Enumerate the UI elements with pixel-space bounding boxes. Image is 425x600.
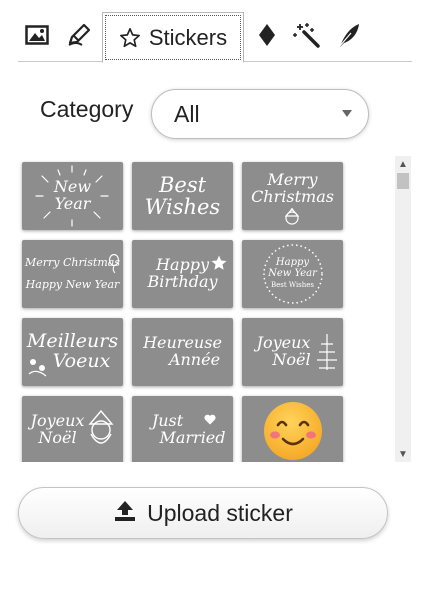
sticker-text-line: Noël [272, 350, 311, 369]
toolbar-tabs: Stickers [18, 10, 412, 63]
diamond-icon [258, 23, 276, 47]
magic-wand-icon [292, 22, 322, 48]
sticker-happy-new-year-best-wishes[interactable]: Happy New Year Best Wishes [242, 240, 343, 308]
chevron-down-icon [342, 110, 352, 117]
sticker-list: New Year Best Wishes Merry Christmas Mer… [18, 156, 394, 462]
santa-icon [284, 208, 300, 225]
category-label: Category [40, 96, 134, 122]
image-icon [25, 25, 49, 45]
sticker-list-scrollbar[interactable]: ▲ ▼ [395, 156, 411, 462]
tab-draw[interactable] [64, 18, 94, 52]
santa-icon [88, 409, 114, 444]
heart-icon [204, 414, 216, 425]
sticker-best-wishes[interactable]: Best Wishes [132, 162, 233, 230]
tab-stickers[interactable]: Stickers [102, 12, 244, 63]
sticker-text-line: Christmas [251, 187, 334, 206]
tab-stickers-label: Stickers [148, 24, 228, 50]
upload-sticker-button[interactable]: Upload sticker [18, 487, 388, 539]
scroll-up-arrow-icon[interactable]: ▲ [395, 156, 411, 172]
category-select[interactable]: All [151, 89, 369, 139]
tab-text-style[interactable] [334, 18, 364, 52]
sticker-meilleurs-voeux[interactable]: Meilleurs Voeux [22, 318, 123, 386]
sticker-text-line: Wishes [144, 195, 221, 219]
tab-effects[interactable] [290, 18, 324, 52]
star-icon [119, 27, 141, 49]
sticker-merry-christmas-happy-new-year[interactable]: Merry Christmas Happy New Year [22, 240, 123, 308]
feather-icon [337, 22, 361, 48]
sticker-smiling-face[interactable] [242, 396, 343, 462]
sparkle-burst-icon [35, 165, 109, 227]
sticker-text-line: Meilleurs [26, 330, 119, 353]
sticker-heureuse-annee[interactable]: Heureuse Année [132, 318, 233, 386]
sticker-text-line: Happy New Year [25, 278, 120, 291]
dotted-circle-icon [263, 244, 323, 304]
flowers-icon [28, 359, 47, 377]
sticker-text-line: Merry Christmas [25, 256, 120, 270]
upload-icon [113, 500, 137, 527]
sticker-text-line: Birthday [147, 272, 218, 291]
scroll-down-arrow-icon[interactable]: ▼ [395, 446, 411, 462]
sticker-text-line: Noël [38, 428, 77, 447]
sticker-joyeux-noel-santa[interactable]: Joyeux Noël [22, 396, 123, 462]
smiling-face-emoji-icon [263, 402, 322, 460]
christmas-tree-icon [317, 334, 337, 370]
sticker-just-married[interactable]: Just Married [132, 396, 233, 462]
sticker-happy-birthday[interactable]: Happy Birthday [132, 240, 233, 308]
star-icon [211, 255, 227, 270]
pencil-icon [66, 23, 92, 47]
tab-image[interactable] [22, 18, 52, 52]
category-select-value: All [174, 100, 200, 127]
sticker-text-line: Année [168, 350, 221, 369]
sticker-merry-christmas[interactable]: Merry Christmas [242, 162, 343, 230]
sticker-text-line: Best [158, 172, 207, 197]
upload-sticker-label: Upload sticker [147, 499, 293, 526]
sticker-text-line: Married [159, 428, 226, 447]
tab-shapes[interactable] [254, 18, 280, 52]
balloon-icon [108, 254, 120, 274]
sticker-new-year[interactable]: New Year [22, 162, 123, 230]
scrollbar-thumb[interactable] [397, 173, 409, 189]
sticker-joyeux-noel-tree[interactable]: Joyeux Noël [242, 318, 343, 386]
